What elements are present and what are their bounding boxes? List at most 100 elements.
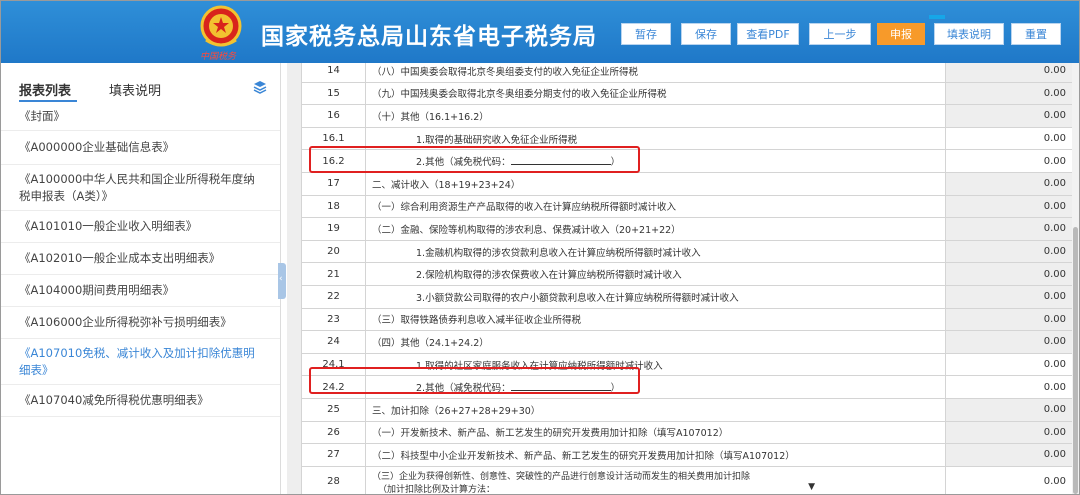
calc-method-label: （加计扣除比例及计算方法： — [378, 484, 496, 494]
row-amount: 0.00 — [945, 307, 1072, 332]
table-row: 22 3.小额贷款公司取得的农户小额贷款利息收入在计算应纳税所得额时减计收入 0.0… — [301, 284, 1072, 309]
table-row: 20 1.金融机构取得的涉农贷款利息收入在计算应纳税所得额时减计收入 0.00 — [301, 239, 1072, 264]
sidebar-item-a101010[interactable]: 《A101010一般企业收入明细表》 — [1, 211, 280, 243]
row-number: 19 — [301, 217, 366, 241]
row-number: 22 — [301, 284, 366, 309]
chevron-left-icon: ‹ — [279, 274, 283, 284]
instructions-button[interactable]: 填表说明 — [934, 23, 1004, 45]
row-description: 3.小额贷款公司取得的农户小额贷款利息收入在计算应纳税所得额时减计收入 — [365, 284, 946, 309]
app-window: 中国税务 国家税务总局山东省电子税务局 暂存 保存 查看PDF 上一步 申报 填… — [0, 0, 1080, 495]
sidebar-item-a102010[interactable]: 《A102010一般企业成本支出明细表》 — [1, 243, 280, 275]
row-number: 28 — [301, 465, 366, 494]
layers-icon[interactable] — [253, 80, 267, 94]
row-description: 二、减计收入（18+19+23+24） — [365, 171, 946, 196]
row-description: （九）中国残奥委会取得北京冬奥组委分期支付的收入免征企业所得税 — [365, 81, 946, 106]
tab-report-list[interactable]: 报表列表 — [19, 80, 71, 99]
view-pdf-button[interactable]: 查看PDF — [737, 23, 799, 45]
scrollbar-thumb[interactable] — [1073, 227, 1078, 494]
table-row: 19 （二）金融、保险等机构取得的涉农利息、保费减计收入（20+21+22） 0.0… — [301, 217, 1072, 241]
table-row: 26 （一）开发新技术、新产品、新工艺发生的研究开发费用加计扣除（填写A10701… — [301, 420, 1072, 445]
report-list: 《封面》 《A000000企业基础信息表》 《A100000中华人民共和国企业所… — [1, 103, 280, 417]
row-description: （二）科技型中小企业开发新技术、新产品、新工艺发生的研究开发费用加计扣除（填写A… — [365, 443, 946, 467]
highlight-box-24-2 — [309, 367, 640, 394]
sidebar-item-cover[interactable]: 《封面》 — [1, 103, 280, 131]
sidebar-item-a104000[interactable]: 《A104000期间费用明细表》 — [1, 275, 280, 307]
table-row: 16 （十）其他（16.1+16.2） 0.00 — [301, 104, 1072, 128]
row-description: 2.保险机构取得的涉农保费收入在计算应纳税所得额时减计收入 — [365, 262, 946, 286]
table-row: 15 （九）中国残奥委会取得北京冬奥组委分期支付的收入免征企业所得税 0.00 — [301, 81, 1072, 106]
row-number: 20 — [301, 239, 366, 264]
amount-input[interactable]: 0.00 — [945, 465, 1072, 494]
sidebar-item-a106000[interactable]: 《A106000企业所得税弥补亏损明细表》 — [1, 307, 280, 339]
table-row: 17 二、减计收入（18+19+23+24） 0.00 — [301, 171, 1072, 196]
page-title: 国家税务总局山东省电子税务局 — [261, 24, 597, 50]
calc-method-select[interactable]: （加计扣除比例及计算方法： ▼ — [372, 482, 945, 494]
active-tab-indicator — [19, 100, 77, 102]
top-header: 中国税务 国家税务总局山东省电子税务局 暂存 保存 查看PDF 上一步 申报 填… — [1, 1, 1079, 63]
row-number: 26 — [301, 420, 366, 445]
reset-button[interactable]: 重置 — [1011, 23, 1061, 45]
row-number: 23 — [301, 307, 366, 332]
row-amount: 0.00 — [945, 194, 1072, 219]
save-button[interactable]: 保存 — [681, 23, 731, 45]
table-row: 14 （八）中国奥委会取得北京冬奥组委支付的收入免征企业所得税 0.00 — [301, 63, 1072, 83]
row-number: 17 — [301, 171, 366, 196]
row-amount: 0.00 — [945, 284, 1072, 309]
row-description-text: （三）企业为获得创新性、创意性、突破性的产品进行创意设计活动而发生的相关费用加计… — [372, 471, 751, 482]
table-row: 24 （四）其他（24.1+24.2） 0.00 — [301, 330, 1072, 354]
row-number: 16 — [301, 104, 366, 128]
row-number: 24 — [301, 330, 366, 354]
highlight-box-16-2 — [309, 146, 640, 173]
row-amount: 0.00 — [945, 81, 1072, 106]
table-row: 25 三、加计扣除（26+27+28+29+30） 0.00 — [301, 397, 1072, 422]
amount-input[interactable]: 0.00 — [945, 375, 1072, 399]
amount-input[interactable]: 0.00 — [945, 352, 1072, 377]
amount-input[interactable]: 0.00 — [945, 126, 1072, 151]
table-row: 27 （二）科技型中小企业开发新技术、新产品、新工艺发生的研究开发费用加计扣除（填… — [301, 443, 1072, 467]
sidebar-item-a100000[interactable]: 《A100000中华人民共和国企业所得税年度纳税申报表（A类）》 — [1, 165, 280, 211]
row-number: 15 — [301, 81, 366, 106]
chevron-down-icon: ▼ — [808, 481, 815, 492]
row-amount: 0.00 — [945, 330, 1072, 354]
row-description: （三）企业为获得创新性、创意性、突破性的产品进行创意设计活动而发生的相关费用加计… — [365, 465, 946, 494]
row-number: 14 — [301, 63, 366, 83]
row-amount: 0.00 — [945, 239, 1072, 264]
declare-button[interactable]: 申报 — [877, 23, 925, 45]
form-panel: 14 （八）中国奥委会取得北京冬奥组委支付的收入免征企业所得税 0.00 15 （九）… — [287, 63, 1072, 494]
row-description: 1.金融机构取得的涉农贷款利息收入在计算应纳税所得额时减计收入 — [365, 239, 946, 264]
table-row: 18 （一）综合利用资源生产产品取得的收入在计算应纳税所得额时减计收入 0.00 — [301, 194, 1072, 219]
sidebar-item-a107040[interactable]: 《A107040减免所得税优惠明细表》 — [1, 385, 280, 417]
sidebar-collapse-handle[interactable]: ‹ — [278, 263, 286, 299]
row-description: 三、加计扣除（26+27+28+29+30） — [365, 397, 946, 422]
emblem-caption: 中国税务 — [200, 52, 237, 62]
row-description: （三）取得铁路债券利息收入减半征收企业所得税 — [365, 307, 946, 332]
row-amount: 0.00 — [945, 217, 1072, 241]
row-description: （一）综合利用资源生产产品取得的收入在计算应纳税所得额时减计收入 — [365, 194, 946, 219]
row-amount: 0.00 — [945, 397, 1072, 422]
row-description: （八）中国奥委会取得北京冬奥组委支付的收入免征企业所得税 — [365, 63, 946, 83]
tax-emblem-icon — [200, 5, 242, 47]
row-amount: 0.00 — [945, 171, 1072, 196]
row-number: 27 — [301, 443, 366, 467]
previous-step-button[interactable]: 上一步 — [809, 23, 871, 45]
table-row: 28 （三）企业为获得创新性、创意性、突破性的产品进行创意设计活动而发生的相关费用… — [301, 465, 1072, 494]
table-left-gutter — [287, 63, 302, 494]
sidebar-item-a107010[interactable]: 《A107010免税、减计收入及加计扣除优惠明细表》 — [1, 339, 280, 385]
table-row: 21 2.保险机构取得的涉农保费收入在计算应纳税所得额时减计收入 0.00 — [301, 262, 1072, 286]
tab-instructions[interactable]: 填表说明 — [109, 80, 161, 99]
sidebar-item-a000000[interactable]: 《A000000企业基础信息表》 — [1, 131, 280, 165]
row-description: （二）金融、保险等机构取得的涉农利息、保费减计收入（20+21+22） — [365, 217, 946, 241]
row-description: （四）其他（24.1+24.2） — [365, 330, 946, 354]
row-amount: 0.00 — [945, 420, 1072, 445]
table-row: 23 （三）取得铁路债券利息收入减半征收企业所得税 0.00 — [301, 307, 1072, 332]
amount-input[interactable]: 0.00 — [945, 149, 1072, 173]
row-number: 21 — [301, 262, 366, 286]
row-amount: 0.00 — [945, 262, 1072, 286]
row-number: 25 — [301, 397, 366, 422]
header-accent-mark — [929, 15, 945, 19]
sidebar: 报表列表 填表说明 《封面》 《A000000企业基础信息表》 《A100000… — [1, 63, 281, 494]
sidebar-tabs: 报表列表 填表说明 — [1, 63, 280, 102]
temp-save-button[interactable]: 暂存 — [621, 23, 671, 45]
row-number: 18 — [301, 194, 366, 219]
row-description: （一）开发新技术、新产品、新工艺发生的研究开发费用加计扣除（填写A107012） — [365, 420, 946, 445]
